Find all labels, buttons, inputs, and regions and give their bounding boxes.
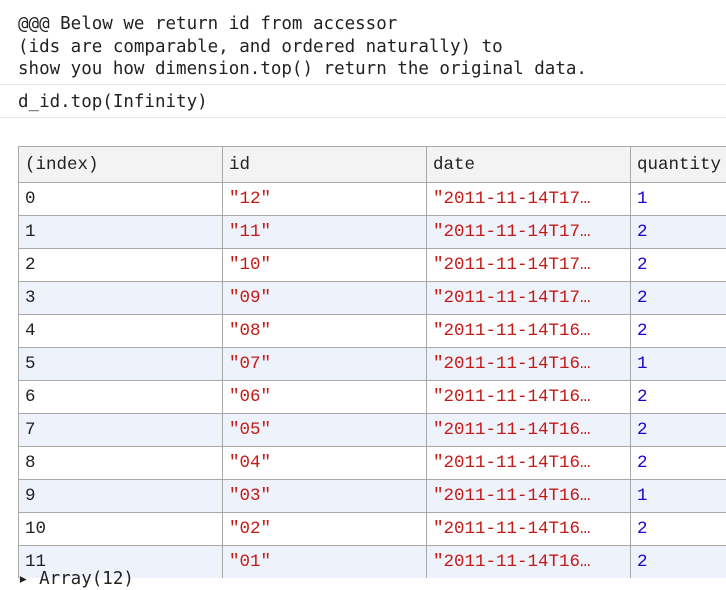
cell-index: 8 (19, 447, 223, 480)
table-row: 9"03""2011-11-14T16…1 (19, 480, 726, 513)
cell-date: "2011-11-14T16… (427, 546, 631, 579)
array-summary[interactable]: ▸ Array(12) (18, 568, 134, 590)
cell-date: "2011-11-14T16… (427, 480, 631, 513)
table-row: 4"08""2011-11-14T16…2 (19, 315, 726, 348)
cell-id: "05" (223, 414, 427, 447)
table-row: 3"09""2011-11-14T17…2 (19, 282, 726, 315)
console-separator (0, 84, 726, 85)
console-expression: d_id.top(Infinity) (18, 91, 208, 113)
cell-date: "2011-11-14T16… (427, 513, 631, 546)
table-row: 7"05""2011-11-14T16…2 (19, 414, 726, 447)
cell-date: "2011-11-14T16… (427, 381, 631, 414)
table-header-row: (index) id date quantity (19, 147, 726, 183)
cell-date: "2011-11-14T16… (427, 447, 631, 480)
cell-date: "2011-11-14T16… (427, 348, 631, 381)
cell-quantity: 2 (631, 447, 726, 480)
cell-quantity: 1 (631, 348, 726, 381)
cell-index: 0 (19, 183, 223, 216)
cell-quantity: 2 (631, 513, 726, 546)
cell-date: "2011-11-14T16… (427, 315, 631, 348)
log-line: (ids are comparable, and ordered natural… (18, 36, 587, 59)
cell-id: "08" (223, 315, 427, 348)
cell-id: "11" (223, 216, 427, 249)
table-row: 8"04""2011-11-14T16…2 (19, 447, 726, 480)
console-separator (0, 117, 726, 118)
cell-quantity: 2 (631, 381, 726, 414)
cell-id: "06" (223, 381, 427, 414)
cell-index: 10 (19, 513, 223, 546)
cell-index: 9 (19, 480, 223, 513)
cell-quantity: 2 (631, 282, 726, 315)
cell-id: "04" (223, 447, 427, 480)
cell-id: "03" (223, 480, 427, 513)
table-row: 2"10""2011-11-14T17…2 (19, 249, 726, 282)
cell-date: "2011-11-14T17… (427, 282, 631, 315)
column-header-index[interactable]: (index) (19, 147, 223, 183)
table-row: 10"02""2011-11-14T16…2 (19, 513, 726, 546)
console-table: (index) id date quantity 0"12""2011-11-1… (18, 146, 726, 578)
cell-quantity: 2 (631, 414, 726, 447)
cell-id: "01" (223, 546, 427, 579)
cell-index: 6 (19, 381, 223, 414)
cell-quantity: 1 (631, 480, 726, 513)
cell-index: 5 (19, 348, 223, 381)
table-row: 6"06""2011-11-14T16…2 (19, 381, 726, 414)
cell-quantity: 2 (631, 546, 726, 579)
log-line: @@@ Below we return id from accessor (18, 13, 587, 36)
cell-id: "02" (223, 513, 427, 546)
table-row: 1"11""2011-11-14T17…2 (19, 216, 726, 249)
cell-quantity: 2 (631, 315, 726, 348)
cell-index: 2 (19, 249, 223, 282)
table-body: 0"12""2011-11-14T17…11"11""2011-11-14T17… (19, 183, 726, 579)
cell-date: "2011-11-14T17… (427, 216, 631, 249)
log-line: show you how dimension.top() return the … (18, 58, 587, 81)
cell-id: "09" (223, 282, 427, 315)
cell-id: "07" (223, 348, 427, 381)
cell-index: 7 (19, 414, 223, 447)
column-header-quantity[interactable]: quantity (631, 147, 726, 183)
cell-id: "12" (223, 183, 427, 216)
data-table: (index) id date quantity 0"12""2011-11-1… (18, 146, 726, 578)
cell-date: "2011-11-14T17… (427, 249, 631, 282)
cell-date: "2011-11-14T17… (427, 183, 631, 216)
cell-quantity: 2 (631, 249, 726, 282)
table-row: 0"12""2011-11-14T17…1 (19, 183, 726, 216)
column-header-date[interactable]: date (427, 147, 631, 183)
cell-index: 1 (19, 216, 223, 249)
column-header-id[interactable]: id (223, 147, 427, 183)
cell-index: 3 (19, 282, 223, 315)
console-log-message: @@@ Below we return id from accessor(ids… (18, 13, 587, 81)
cell-index: 4 (19, 315, 223, 348)
cell-quantity: 2 (631, 216, 726, 249)
table-row: 5"07""2011-11-14T16…1 (19, 348, 726, 381)
cell-quantity: 1 (631, 183, 726, 216)
cell-id: "10" (223, 249, 427, 282)
cell-date: "2011-11-14T16… (427, 414, 631, 447)
